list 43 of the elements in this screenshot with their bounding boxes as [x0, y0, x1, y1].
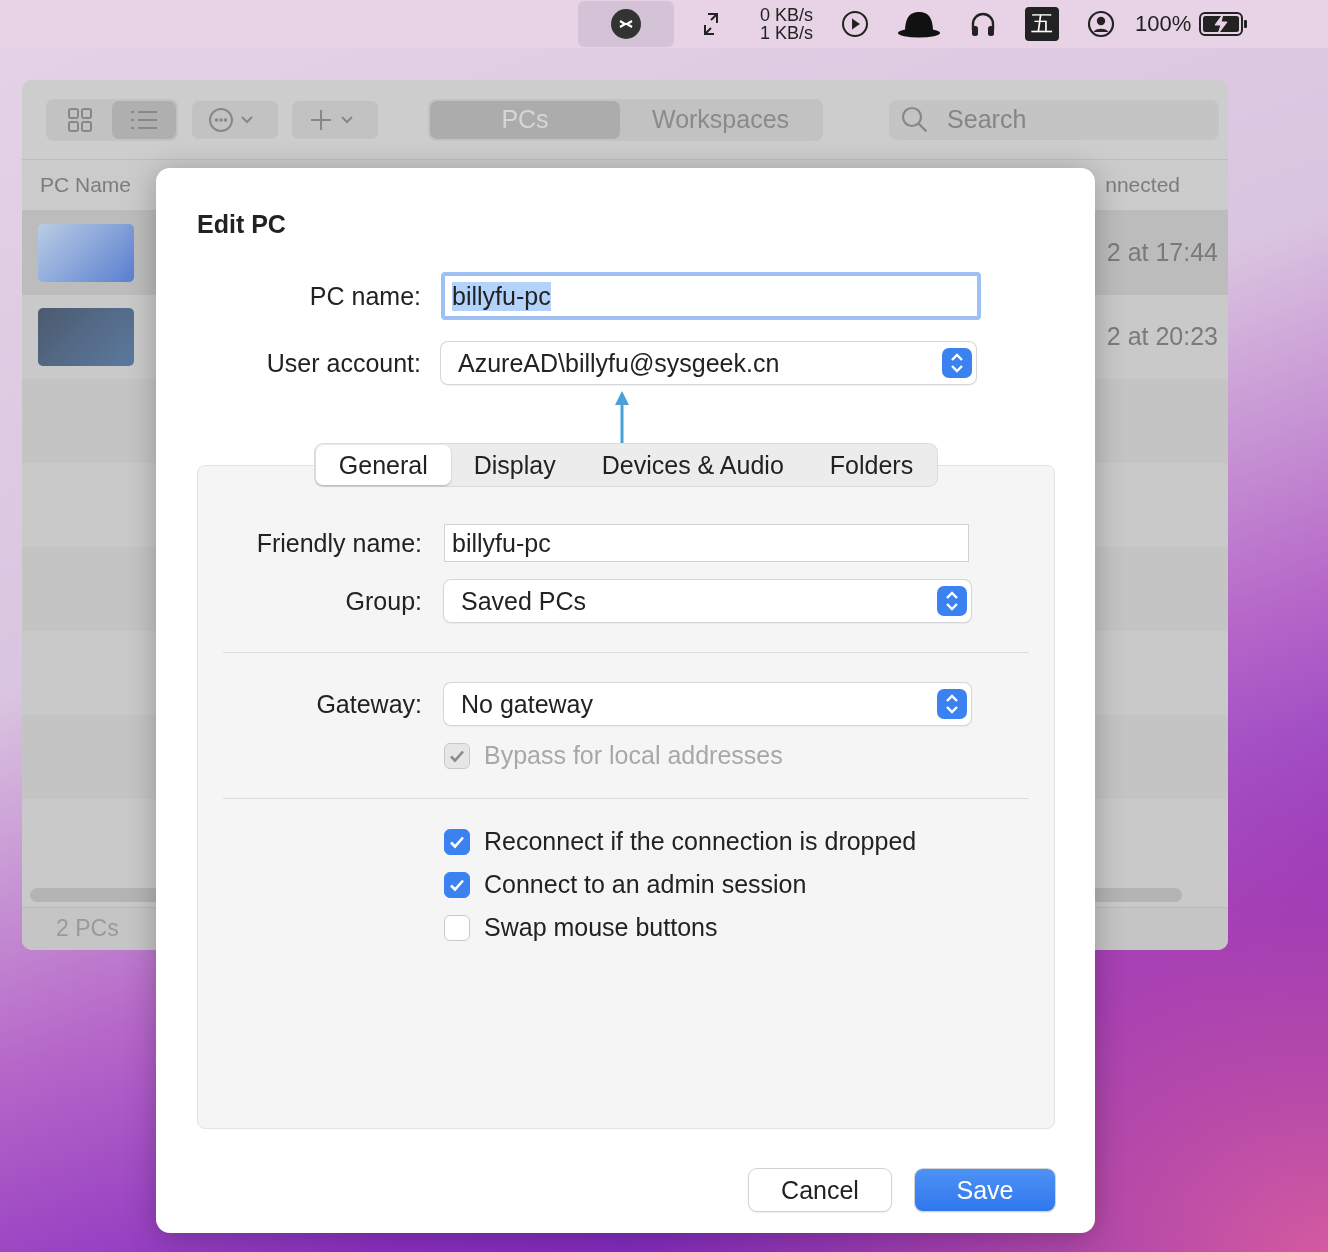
cancel-button[interactable]: Cancel: [749, 1169, 891, 1211]
popup-button[interactable]: Saved PCs: [444, 580, 971, 622]
input-method-indicator[interactable]: 五: [1025, 7, 1060, 41]
stepper-chevrons-icon: [942, 348, 972, 378]
checkbox[interactable]: [444, 828, 470, 855]
tab[interactable]: Devices & Audio: [578, 445, 807, 485]
field-label: PC name:: [308, 281, 421, 311]
battery-percentage: 100%: [1135, 11, 1192, 37]
grid-icon: [67, 106, 93, 133]
dialog-title: Edit PC: [197, 210, 287, 240]
tab[interactable]: Display: [450, 445, 579, 485]
popup-button[interactable]: No gateway: [444, 683, 971, 725]
text-field[interactable]: billyfu-pc: [444, 524, 969, 562]
popup-button[interactable]: AzureAD\billyfu@sysgeek.cn: [441, 342, 976, 384]
user-account-icon[interactable]: [1087, 10, 1116, 38]
tab[interactable]: General: [315, 445, 451, 485]
text-field[interactable]: billyfu-pc: [441, 272, 981, 320]
checkbox-row[interactable]: Swap mouse buttons: [444, 913, 1054, 942]
checkbox-row[interactable]: Connect to an admin session: [444, 870, 1054, 899]
search-icon: [901, 105, 930, 134]
field-label: Group:: [344, 586, 422, 616]
search-field[interactable]: Search: [889, 99, 1220, 140]
list-icon: [130, 108, 158, 131]
network-speed: 1 KB/s: [760, 24, 814, 42]
checkbox[interactable]: [444, 871, 470, 898]
tab[interactable]: Folders: [806, 445, 937, 485]
remote-desktop-icon[interactable]: [610, 8, 642, 40]
checkbox-row[interactable]: Reconnect if the connection is dropped: [444, 827, 1054, 856]
network-speed: 0 KB/s: [760, 6, 814, 24]
field-label: Gateway:: [315, 689, 422, 719]
battery-charging-icon[interactable]: [1199, 12, 1250, 36]
save-button[interactable]: Save: [915, 1169, 1055, 1211]
field-label: User account:: [265, 348, 421, 378]
bowler-hat-icon[interactable]: [897, 10, 942, 38]
play-icon[interactable]: [841, 10, 870, 38]
last-connected-cell: 2 at 20:23: [1106, 322, 1218, 352]
expand-arrows-icon[interactable]: [702, 12, 720, 36]
last-connected-cell: 2 at 17:44: [1106, 238, 1218, 268]
menu-extra-highlight[interactable]: [578, 1, 674, 47]
field-label: Friendly name:: [255, 528, 422, 558]
stepper-chevrons-icon: [937, 689, 967, 719]
checkbox[interactable]: [444, 914, 470, 941]
stepper-chevrons-icon: [937, 586, 967, 616]
